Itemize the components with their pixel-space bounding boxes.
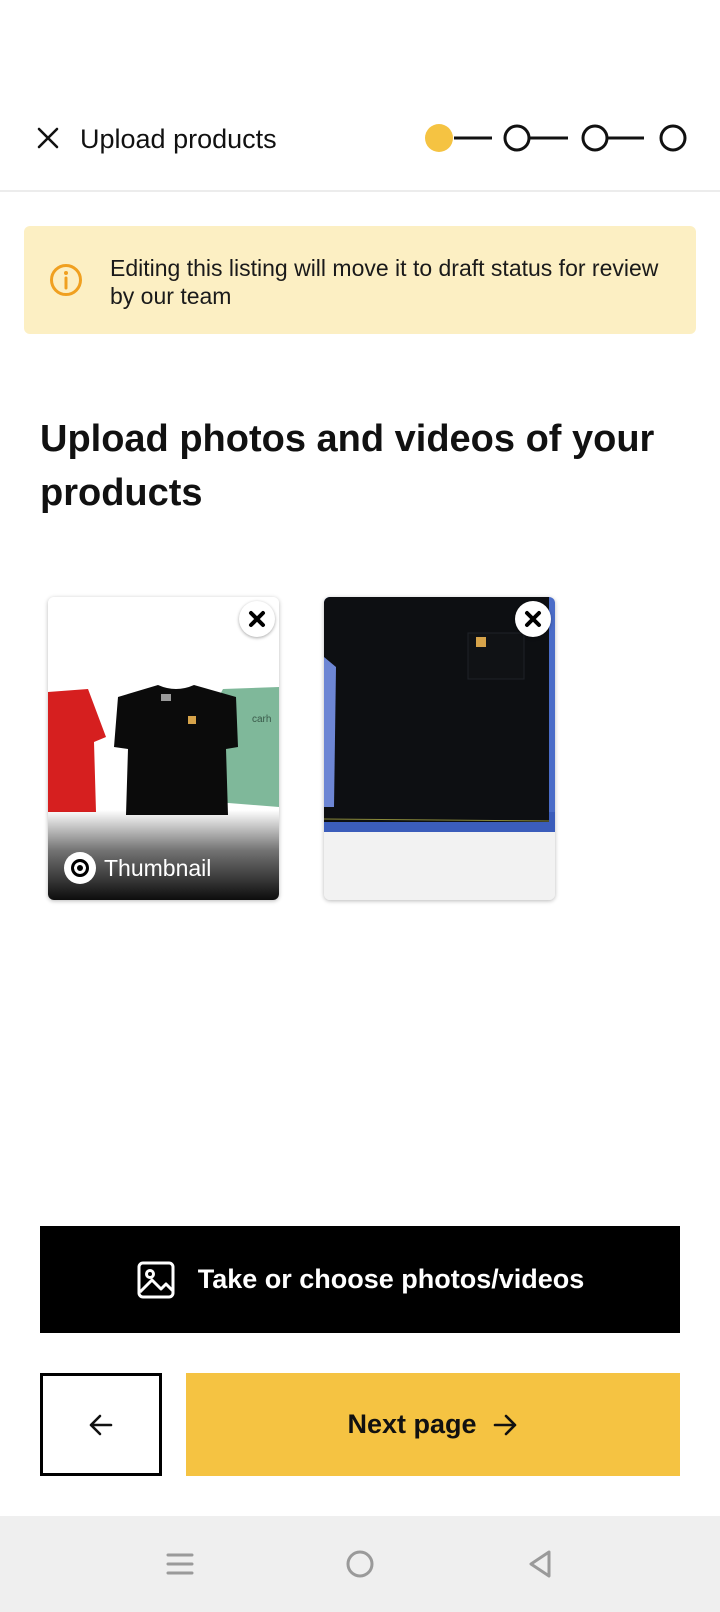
- info-icon: [50, 264, 82, 296]
- thumbnail-radio[interactable]: [64, 852, 96, 884]
- step-3-indicator: [581, 124, 609, 152]
- menu-icon: [166, 1553, 194, 1575]
- arrow-left-icon: [89, 1414, 113, 1435]
- radio-selected-dot: [71, 859, 89, 877]
- thumbnail-label: Thumbnail: [104, 855, 212, 881]
- product-photo-black-tshirt: [324, 597, 555, 900]
- draft-status-banner: Editing this listing will move it to dra…: [24, 226, 696, 334]
- home-icon: [346, 1550, 374, 1578]
- next-page-label: Next page: [347, 1409, 477, 1439]
- photo-card[interactable]: carh Thumbnail: [48, 597, 279, 900]
- step-4-indicator: [659, 124, 687, 152]
- svg-text:carh: carh: [252, 714, 271, 725]
- banner-text: Editing this listing will move it to dra…: [110, 255, 659, 309]
- back-triangle-icon: [529, 1550, 551, 1578]
- image-icon: [137, 1261, 175, 1298]
- close-icon: [37, 127, 59, 149]
- upload-button-label: Take or choose photos/videos: [197, 1264, 585, 1294]
- photo-card[interactable]: [324, 597, 555, 900]
- step-2-indicator: [503, 124, 531, 152]
- remove-photo-button[interactable]: [239, 601, 275, 637]
- remove-icon: [525, 611, 541, 627]
- recent-apps-button[interactable]: [158, 1542, 202, 1586]
- progress-stepper: [425, 124, 687, 152]
- back-button[interactable]: [40, 1373, 162, 1476]
- section-heading: Upload photos and videos of your product…: [40, 418, 655, 514]
- next-page-button[interactable]: Next page: [186, 1373, 680, 1476]
- page-title: Upload products: [80, 124, 277, 154]
- remove-photo-button[interactable]: [515, 601, 551, 637]
- step-1-indicator: [425, 124, 453, 152]
- home-button[interactable]: [338, 1542, 382, 1586]
- system-back-button[interactable]: [518, 1542, 562, 1586]
- arrow-right-icon: [493, 1414, 516, 1435]
- take-or-choose-media-button[interactable]: Take or choose photos/videos: [40, 1226, 680, 1333]
- system-navigation-bar: [0, 1516, 720, 1612]
- close-button[interactable]: [30, 120, 66, 156]
- upload-products-screen: Upload products Editing this listing wil…: [0, 0, 720, 1612]
- header: Upload products: [0, 100, 720, 192]
- remove-icon: [249, 611, 265, 627]
